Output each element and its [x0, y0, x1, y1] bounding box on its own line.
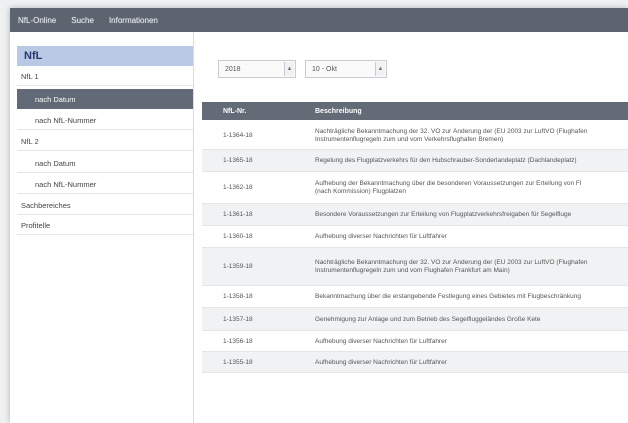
- sidebar-item-label: nach Datum: [35, 95, 76, 104]
- main-content: 2018 ▲ 10 - Okt ▲ NfL-Nr. Beschreibung 1…: [194, 32, 628, 423]
- table-cell-nfl-nr[interactable]: 1-1364-18: [223, 132, 253, 139]
- table-row[interactable]: 1-1357-18 Genehmigung zur Anlage und zum …: [202, 308, 628, 331]
- sidebar-item[interactable]: nach NfL-Nummer: [17, 174, 193, 194]
- top-navigation-bar: NfL-Online Suche Informationen: [10, 8, 628, 32]
- sidebar-item[interactable]: nach NfL-Nummer: [17, 110, 193, 130]
- table-cell-beschreibung[interactable]: Besondere Voraussetzungen zur Erteilung …: [315, 211, 628, 219]
- table-cell-beschreibung[interactable]: Regelung des Flugplatzverkehrs für den H…: [315, 157, 628, 165]
- sidebar-item-label: nach NfL-Nummer: [35, 116, 97, 125]
- sidebar-item[interactable]: Profitelle: [17, 215, 193, 235]
- table-row[interactable]: 1-1355-18 Aufhebung diverser Nachrichten …: [202, 352, 628, 373]
- sidebar-header: NfL: [17, 46, 193, 66]
- table-row[interactable]: 1-1361-18 Besondere Voraussetzungen zur E…: [202, 204, 628, 226]
- table-cell-beschreibung[interactable]: Aufhebung der Bekanntmachung über die be…: [315, 180, 628, 196]
- table-cell-beschreibung[interactable]: Aufhebung diverser Nachrichten für Luftf…: [315, 338, 628, 346]
- table-cell-nfl-nr[interactable]: 1-1358-18: [223, 293, 253, 300]
- chevron-down-icon: ▲: [375, 62, 385, 76]
- table-row[interactable]: 1-1359-18 Nachträgliche Bekanntmachung de…: [202, 248, 628, 286]
- description-line: Besondere Voraussetzungen zur Erteilung …: [315, 211, 572, 218]
- description-line: Aufhebung diverser Nachrichten für Luftf…: [315, 359, 447, 366]
- table-cell-beschreibung[interactable]: Aufhebung diverser Nachrichten für Luftf…: [315, 233, 628, 241]
- column-header-nfl-nr[interactable]: NfL-Nr.: [223, 108, 246, 115]
- table-row[interactable]: 1-1358-18 Bekanntmachung über die erstang…: [202, 286, 628, 308]
- description-line: Genehmigung zur Anlage und zum Betrieb d…: [315, 316, 541, 323]
- table-row[interactable]: 1-1356-18 Aufhebung diverser Nachrichten …: [202, 331, 628, 352]
- table-cell-beschreibung[interactable]: Nachträgliche Bekanntmachung der 32. VO …: [315, 259, 628, 275]
- table-row[interactable]: 1-1360-18 Aufhebung diverser Nachrichten …: [202, 226, 628, 248]
- description-line: Regelung des Flugplatzverkehrs für den H…: [315, 157, 577, 164]
- nav-informationen[interactable]: Informationen: [109, 16, 158, 25]
- table-cell-beschreibung[interactable]: Nachträgliche Bekanntmachung der 32. VO …: [315, 128, 628, 144]
- table-cell-nfl-nr[interactable]: 1-1356-18: [223, 338, 253, 345]
- sidebar-item-label: nach NfL-Nummer: [35, 180, 97, 189]
- description-line: Nachträgliche Bekanntmachung der 32. VO …: [315, 259, 588, 266]
- sidebar-item-label: Sachbereiches: [21, 201, 71, 210]
- table-cell-beschreibung[interactable]: Aufhebung diverser Nachrichten für Luftf…: [315, 359, 628, 367]
- table-cell-nfl-nr[interactable]: 1-1355-18: [223, 359, 253, 366]
- sidebar: NfL NfL 1 nach Datum nach NfL-Nummer NfL 2 n…: [10, 32, 194, 423]
- sidebar-item[interactable]: nach Datum: [17, 89, 193, 109]
- table-cell-nfl-nr[interactable]: 1-1359-18: [223, 263, 253, 270]
- sidebar-item[interactable]: nach Datum: [17, 153, 193, 173]
- table-cell-nfl-nr[interactable]: 1-1360-18: [223, 233, 253, 240]
- table-cell-beschreibung[interactable]: Genehmigung zur Anlage und zum Betrieb d…: [315, 316, 628, 324]
- nav-suche[interactable]: Suche: [71, 16, 94, 25]
- description-line: Nachträgliche Bekanntmachung der 32. VO …: [315, 128, 588, 135]
- year-select-value: 2018: [225, 66, 241, 73]
- table-cell-nfl-nr[interactable]: 1-1361-18: [223, 211, 253, 218]
- sidebar-item[interactable]: NfL 1: [17, 66, 193, 86]
- description-line: Aufhebung diverser Nachrichten für Luftf…: [315, 338, 447, 345]
- description-line: Aufhebung diverser Nachrichten für Luftf…: [315, 233, 447, 240]
- month-select[interactable]: 10 - Okt ▲: [305, 60, 387, 78]
- table-row[interactable]: 1-1365-18 Regelung des Flugplatzverkehrs …: [202, 150, 628, 172]
- sidebar-item[interactable]: Sachbereiches: [17, 195, 193, 215]
- sidebar-header-label: NfL: [24, 50, 43, 62]
- table-row[interactable]: 1-1362-18 Aufhebung der Bekanntmachung üb…: [202, 172, 628, 204]
- description-line: (nach Kommission) Flugplatzen: [315, 188, 407, 195]
- sidebar-item-label: Profitelle: [21, 221, 51, 230]
- table-cell-beschreibung[interactable]: Bekanntmachung über die erstangebende Fe…: [315, 293, 628, 301]
- description-line: Instrumentenflugregeln zum und vom Verke…: [315, 136, 504, 143]
- description-line: Aufhebung der Bekanntmachung über die be…: [315, 180, 582, 187]
- description-line: Bekanntmachung über die erstangebende Fe…: [315, 293, 581, 300]
- year-select[interactable]: 2018 ▲: [218, 60, 296, 78]
- sidebar-item-label: NfL 2: [21, 137, 39, 146]
- sidebar-item-label: nach Datum: [35, 159, 76, 168]
- table-cell-nfl-nr[interactable]: 1-1365-18: [223, 157, 253, 164]
- table-cell-nfl-nr[interactable]: 1-1357-18: [223, 316, 253, 323]
- table-header: NfL-Nr. Beschreibung: [202, 102, 628, 120]
- column-header-beschreibung[interactable]: Beschreibung: [315, 108, 362, 115]
- table-cell-nfl-nr[interactable]: 1-1362-18: [223, 184, 253, 191]
- sidebar-item[interactable]: NfL 2: [17, 131, 193, 151]
- table-row[interactable]: 1-1364-18 Nachträgliche Bekanntmachung de…: [202, 122, 628, 150]
- nav-nfl-online[interactable]: NfL-Online: [18, 16, 56, 25]
- chevron-down-icon: ▲: [284, 62, 294, 76]
- app-window: NfL-Online Suche Informationen NfL NfL 1…: [10, 8, 628, 423]
- month-select-value: 10 - Okt: [312, 66, 337, 73]
- description-line: Instrumentenflugregeln zum und vom Flugh…: [315, 267, 510, 274]
- top-nav: NfL-Online Suche Informationen: [18, 8, 173, 32]
- sidebar-item-label: NfL 1: [21, 72, 39, 81]
